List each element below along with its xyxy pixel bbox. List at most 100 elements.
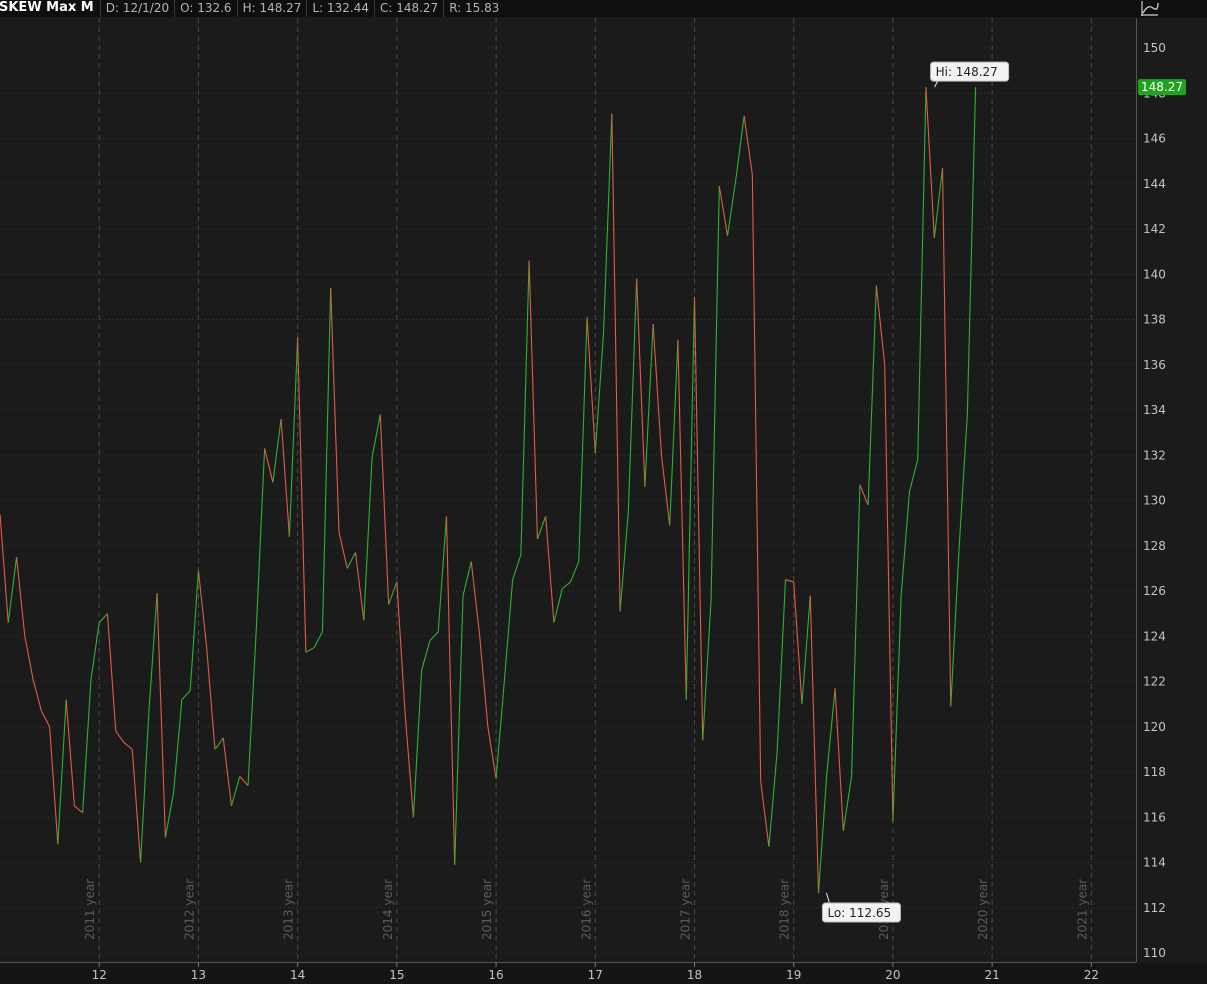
down-segment — [74, 805, 83, 814]
x-tick-label: 12 — [92, 968, 107, 982]
up-segment — [98, 613, 108, 624]
year-label: 2020 year — [976, 879, 990, 940]
down-segment — [123, 742, 133, 750]
down-segment — [65, 699, 75, 806]
up-segment — [305, 647, 315, 653]
up-segment — [503, 579, 514, 682]
up-segment — [561, 581, 571, 590]
up-segment — [148, 593, 158, 714]
up-segment — [189, 570, 199, 691]
y-tick-label: 120 — [1143, 720, 1166, 734]
up-segment — [553, 588, 563, 623]
up-segment — [313, 631, 323, 648]
up-segment — [140, 713, 150, 863]
y-tick-label: 114 — [1143, 856, 1166, 870]
year-label: 2013 year — [282, 879, 296, 940]
up-segment — [536, 516, 547, 540]
up-segment — [908, 459, 919, 492]
up-segment — [388, 581, 398, 605]
up-segment — [966, 87, 977, 415]
down-segment — [131, 749, 142, 863]
down-segment — [809, 595, 820, 894]
down-segment — [793, 581, 803, 705]
up-segment — [735, 115, 745, 180]
up-segment — [512, 554, 522, 580]
up-segment — [462, 561, 472, 596]
up-segment — [702, 600, 712, 741]
down-segment — [0, 514, 9, 623]
last-price-text: 148.27 — [1141, 80, 1183, 94]
y-tick-label: 110 — [1143, 946, 1166, 960]
down-segment — [338, 532, 348, 569]
down-segment — [677, 339, 687, 700]
x-axis-band — [0, 963, 1207, 984]
y-tick-label: 132 — [1143, 448, 1166, 462]
up-segment — [288, 337, 299, 537]
down-segment — [49, 726, 59, 845]
up-segment — [421, 640, 431, 671]
down-segment — [396, 581, 406, 714]
down-segment — [743, 115, 753, 175]
up-segment — [685, 296, 696, 700]
up-segment — [619, 511, 629, 612]
up-segment — [437, 516, 448, 632]
down-segment — [297, 337, 307, 653]
up-segment — [578, 317, 588, 562]
price-chart[interactable]: 2011 year 2012 year 2013 year 2014 year 2015… — [0, 0, 1207, 984]
up-segment — [214, 737, 224, 750]
x-tick-label: 21 — [984, 968, 999, 982]
down-segment — [354, 552, 365, 621]
up-segment — [726, 179, 737, 236]
up-segment — [958, 414, 968, 549]
up-segment — [173, 699, 183, 793]
y-tick-label: 126 — [1143, 584, 1166, 598]
down-segment — [718, 185, 729, 236]
up-segment — [594, 333, 605, 454]
down-segment — [16, 557, 26, 637]
down-segment — [586, 317, 596, 454]
down-segment — [834, 688, 844, 831]
lo-label-pointer — [825, 892, 830, 904]
up-segment — [90, 622, 100, 680]
down-segment — [206, 647, 216, 750]
year-label: 2012 year — [182, 879, 196, 940]
hi-label-text: Hi: 148.27 — [936, 65, 998, 79]
down-segment — [280, 419, 290, 537]
y-tick-label: 122 — [1143, 675, 1166, 689]
x-tick-label: 22 — [1084, 968, 1099, 982]
down-segment — [925, 87, 935, 239]
down-segment — [545, 516, 555, 623]
down-segment — [652, 323, 663, 456]
x-tick-label: 14 — [290, 968, 305, 982]
y-tick-label: 128 — [1143, 539, 1166, 553]
up-segment — [776, 579, 787, 752]
x-tick-label: 13 — [191, 968, 206, 982]
down-segment — [884, 364, 894, 822]
down-segment — [785, 579, 794, 583]
up-segment — [710, 186, 720, 601]
up-segment — [247, 629, 257, 786]
x-tick-label: 17 — [588, 968, 603, 982]
y-tick-label: 146 — [1143, 132, 1166, 146]
down-segment — [40, 710, 51, 728]
year-label: 2018 year — [778, 879, 792, 940]
up-segment — [917, 87, 927, 460]
year-label: 2015 year — [480, 879, 494, 940]
y-tick-label: 144 — [1143, 177, 1166, 191]
down-segment — [693, 296, 704, 741]
hi-label-pointer — [934, 80, 939, 88]
down-segment — [859, 484, 869, 506]
down-segment — [106, 613, 117, 732]
up-segment — [892, 595, 902, 822]
down-segment — [115, 730, 125, 743]
down-segment — [264, 448, 274, 483]
up-segment — [255, 448, 266, 630]
down-segment — [330, 287, 340, 533]
year-labels: 2011 year 2012 year 2013 year 2014 year 2015… — [83, 879, 1089, 940]
down-segment — [478, 633, 489, 727]
up-segment — [454, 595, 464, 865]
up-segment — [826, 688, 836, 775]
up-segment — [363, 457, 373, 621]
x-tick-label: 16 — [488, 968, 503, 982]
y-tick-label: 118 — [1143, 765, 1166, 779]
